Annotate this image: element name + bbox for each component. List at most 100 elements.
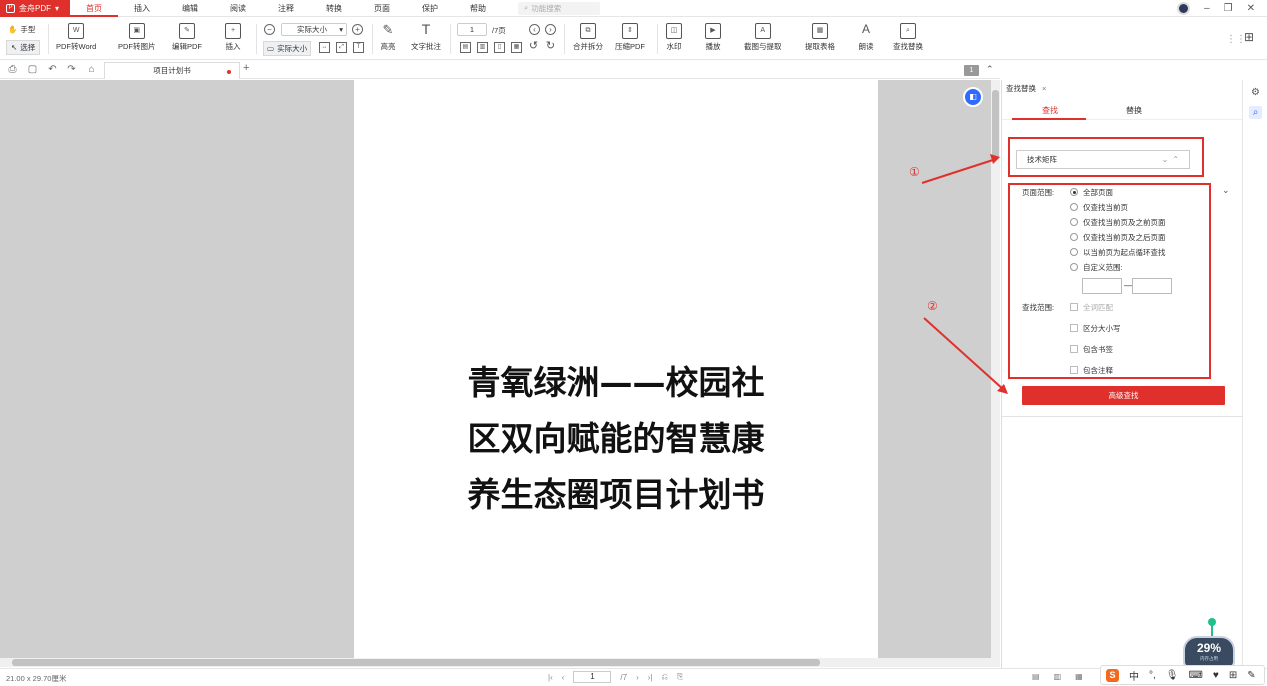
pdf-to-word-button[interactable]: W PDF转Word xyxy=(56,23,96,52)
fit-width-icon[interactable]: ↔ xyxy=(319,42,330,53)
radio-all-pages[interactable] xyxy=(1070,188,1078,196)
radio-custom-range[interactable] xyxy=(1070,263,1078,271)
edit-pdf-button[interactable]: ✎ 编辑PDF xyxy=(172,23,202,52)
play-button[interactable]: ▶ 播放 xyxy=(705,23,721,52)
text-mode-icon[interactable]: T xyxy=(353,42,364,53)
add-tab-icon[interactable]: + xyxy=(243,62,249,74)
range-start-input[interactable] xyxy=(1082,278,1122,294)
checkbox-include-comments[interactable] xyxy=(1070,366,1078,374)
scroll-thumb[interactable] xyxy=(12,659,820,666)
read-aloud-button[interactable]: A 朗读 xyxy=(858,23,874,52)
select-tool-button[interactable]: ↖ 选择 xyxy=(6,40,41,55)
back-view-icon[interactable]: ⎌ xyxy=(662,672,668,682)
tool-icon[interactable]: ✎ xyxy=(1247,670,1255,681)
rotate-right-icon[interactable]: ↻ xyxy=(545,41,556,53)
menu-read[interactable]: 阅读 xyxy=(214,0,262,17)
function-search-input[interactable]: ⌕ 功能搜索 xyxy=(518,1,600,15)
radio-current-page[interactable] xyxy=(1070,203,1078,211)
settings-sliders-icon[interactable]: ⚙ xyxy=(1249,86,1262,99)
home-icon[interactable]: ⌂ xyxy=(86,64,97,75)
merge-split-button[interactable]: ⧉ 合并拆分 xyxy=(573,23,603,52)
view-single-icon[interactable]: ▤ xyxy=(1032,672,1040,681)
text-comment-button[interactable]: T 文字批注 xyxy=(411,22,441,52)
view-double-icon[interactable]: ▥ xyxy=(1054,672,1062,681)
zoom-select[interactable]: 实际大小 ▾ xyxy=(281,23,347,36)
prev-page-icon[interactable]: ‹ xyxy=(529,24,540,35)
zoom-out-icon[interactable]: − xyxy=(264,24,275,35)
menu-insert[interactable]: 插入 xyxy=(118,0,166,17)
actual-size-button[interactable]: ▭ 实际大小 xyxy=(263,41,312,56)
punctuation-icon[interactable]: °, xyxy=(1149,670,1156,681)
first-page-icon[interactable]: |‹ xyxy=(548,673,553,682)
next-page-icon[interactable]: › xyxy=(545,24,556,35)
search-nav-icon[interactable]: ⌄⌃ xyxy=(1162,151,1183,168)
radio-before-pages[interactable] xyxy=(1070,218,1078,226)
close-icon[interactable]: ✕ xyxy=(1247,3,1255,14)
continuous-view-icon[interactable]: ▦ xyxy=(511,42,522,53)
hand-tool-button[interactable]: ✋ 手型 xyxy=(8,24,35,35)
tab-replace[interactable]: 替换 xyxy=(1126,105,1142,116)
grid-apps-icon[interactable]: ⊞ xyxy=(1229,670,1237,681)
prev-page-icon[interactable]: ‹ xyxy=(562,673,565,682)
more-icon[interactable]: ⋮⋮ xyxy=(1226,34,1246,45)
horizontal-scrollbar[interactable] xyxy=(0,658,1000,667)
radio-loop-search[interactable] xyxy=(1070,248,1078,256)
compress-pdf-button[interactable]: ⇕ 压缩PDF xyxy=(615,23,645,52)
page-number-input[interactable]: 1 xyxy=(457,23,487,36)
screenshot-extract-button[interactable]: A 截图与提取 xyxy=(744,23,782,52)
forward-view-icon[interactable]: ⎘ xyxy=(677,672,683,682)
menu-annotate[interactable]: 注释 xyxy=(262,0,310,17)
memory-usage-widget[interactable]: 29% 内存占用 xyxy=(1183,636,1235,668)
keyboard-icon[interactable]: ⌨ xyxy=(1188,670,1202,681)
checkbox-match-case[interactable] xyxy=(1070,324,1078,332)
skin-icon[interactable]: ♥ xyxy=(1213,670,1219,681)
sogou-logo-icon[interactable]: S xyxy=(1106,668,1119,682)
extract-table-button[interactable]: ▦ 提取表格 xyxy=(805,23,835,52)
app-logo[interactable]: P 金舟PDF ▾ xyxy=(0,0,70,17)
view-grid-icon[interactable]: ▦ xyxy=(1075,672,1083,681)
ai-assistant-icon[interactable]: ◧ xyxy=(963,87,983,107)
tab-find[interactable]: 查找 xyxy=(1042,105,1058,116)
restore-icon[interactable]: ❐ xyxy=(1224,3,1233,14)
menu-edit[interactable]: 编辑 xyxy=(166,0,214,17)
status-page-input[interactable]: 1 xyxy=(573,671,612,683)
zoom-in-icon[interactable]: + xyxy=(352,24,363,35)
checkbox-whole-word[interactable] xyxy=(1070,303,1078,311)
document-tab[interactable]: 项目计划书 xyxy=(104,62,240,79)
search-icon[interactable]: ⌕ xyxy=(1249,106,1262,119)
vertical-scrollbar[interactable] xyxy=(991,80,1000,658)
save-icon[interactable]: ▢ xyxy=(27,64,38,75)
radio-after-pages[interactable] xyxy=(1070,233,1078,241)
checkbox-include-bookmarks[interactable] xyxy=(1070,345,1078,353)
next-page-icon[interactable]: › xyxy=(636,673,639,682)
book-view-icon[interactable]: ▯ xyxy=(494,42,505,53)
double-page-icon[interactable]: ▥ xyxy=(477,42,488,53)
highlight-button[interactable]: ✎ 高亮 xyxy=(380,23,396,52)
minimize-icon[interactable]: – xyxy=(1204,3,1210,14)
menu-convert[interactable]: 转换 xyxy=(310,0,358,17)
ime-language[interactable]: 中 xyxy=(1129,668,1139,683)
document-viewport[interactable]: 青氧绿洲——校园社 区双向赋能的智慧康 养生态圈项目计划书 ◧ xyxy=(0,80,991,658)
last-page-icon[interactable]: ›| xyxy=(648,673,653,682)
advanced-search-button[interactable]: 高级查找 xyxy=(1022,386,1225,405)
pdf-to-image-button[interactable]: ▣ PDF转图片 xyxy=(118,23,156,52)
insert-button[interactable]: + 插入 xyxy=(225,23,241,52)
watermark-button[interactable]: ◫ 水印 xyxy=(666,23,682,52)
avatar[interactable] xyxy=(1177,1,1191,15)
layout-icon[interactable]: ⊞ xyxy=(1244,30,1254,44)
range-end-input[interactable] xyxy=(1132,278,1172,294)
scroll-thumb[interactable] xyxy=(992,90,999,160)
menu-page[interactable]: 页面 xyxy=(358,0,406,17)
fit-page-icon[interactable]: ⤢ xyxy=(336,42,347,53)
menu-protect[interactable]: 保护 xyxy=(406,0,454,17)
undo-icon[interactable]: ↶ xyxy=(47,64,58,75)
menu-home[interactable]: 首页 xyxy=(70,0,118,17)
rotate-left-icon[interactable]: ↺ xyxy=(528,41,539,53)
menu-help[interactable]: 帮助 xyxy=(454,0,502,17)
find-replace-button[interactable]: ⌕ 查找替换 xyxy=(893,23,923,52)
print-icon[interactable]: ⎙ xyxy=(7,64,18,75)
close-panel-icon[interactable]: × xyxy=(1042,84,1046,93)
single-page-icon[interactable]: ▤ xyxy=(460,42,471,53)
search-input[interactable]: 技术矩阵 ⌄⌃ xyxy=(1016,150,1190,169)
microphone-icon[interactable]: 🎙 xyxy=(1166,670,1179,681)
